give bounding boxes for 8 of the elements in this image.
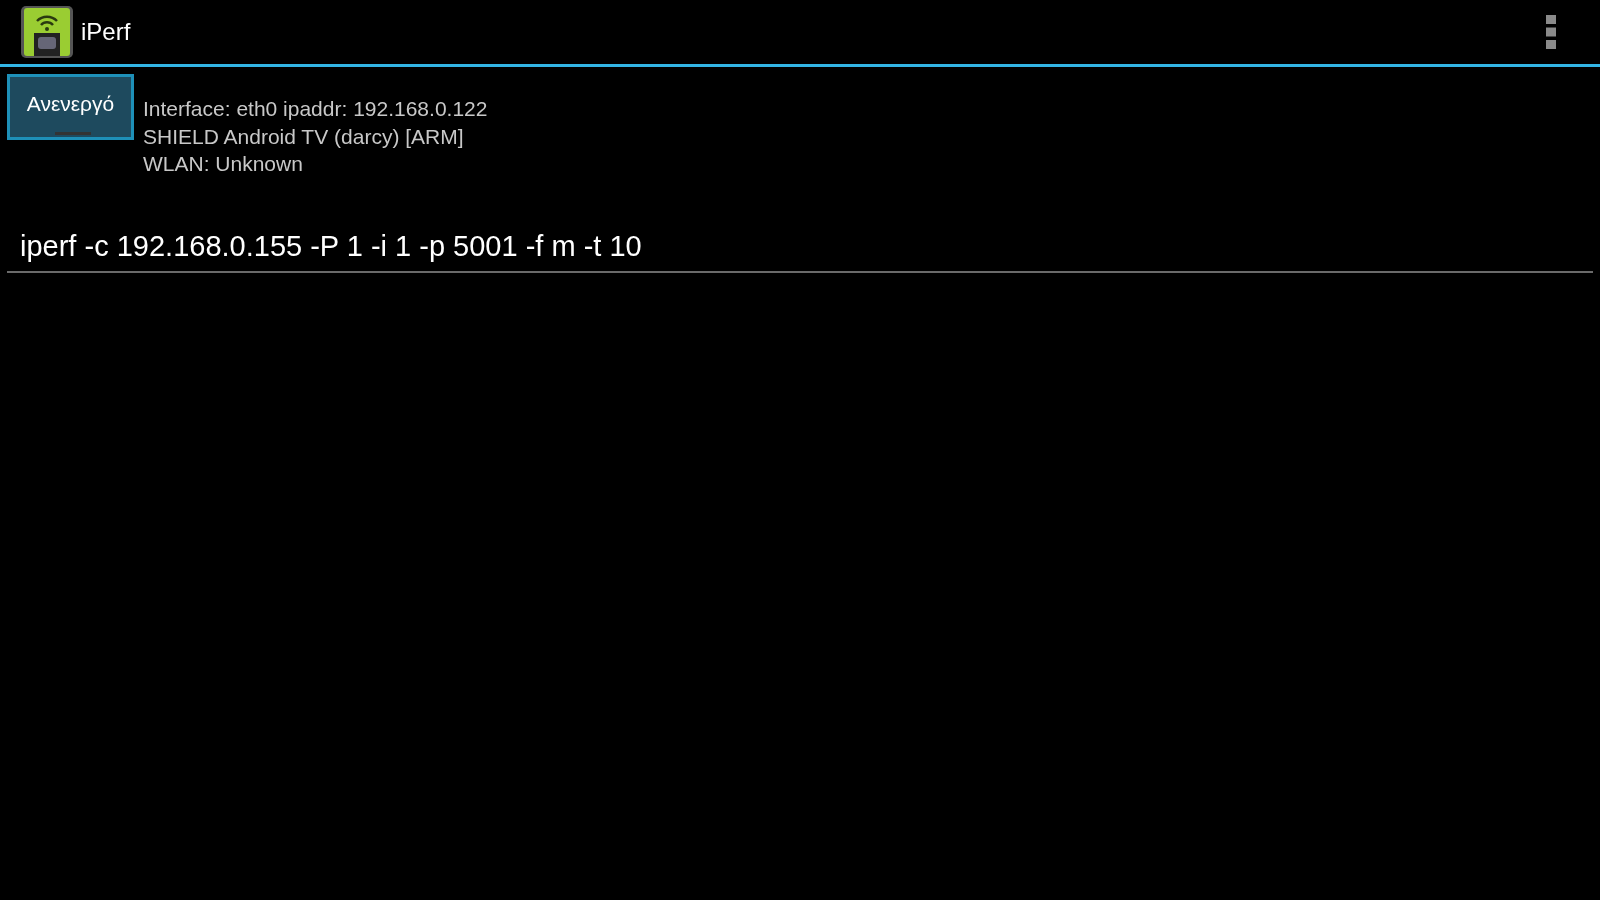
info-text: Interface: eth0 ipaddr: 192.168.0.122 [143, 96, 488, 122]
overflow-menu-icon[interactable] [1546, 15, 1556, 49]
app-title: iPerf [81, 18, 131, 46]
info-text: WLAN: Unknown [143, 151, 304, 177]
app-icon [20, 5, 74, 59]
info-text: SHIELD Android TV (darcy) [ARM] [143, 123, 465, 150]
command-field[interactable]: iperf -c 192.168.0.155 -P 1 -i 1 -p 5001 -f m -t 10 [7, 229, 1593, 273]
toggle-button[interactable]: Ανενεργό [7, 74, 134, 140]
